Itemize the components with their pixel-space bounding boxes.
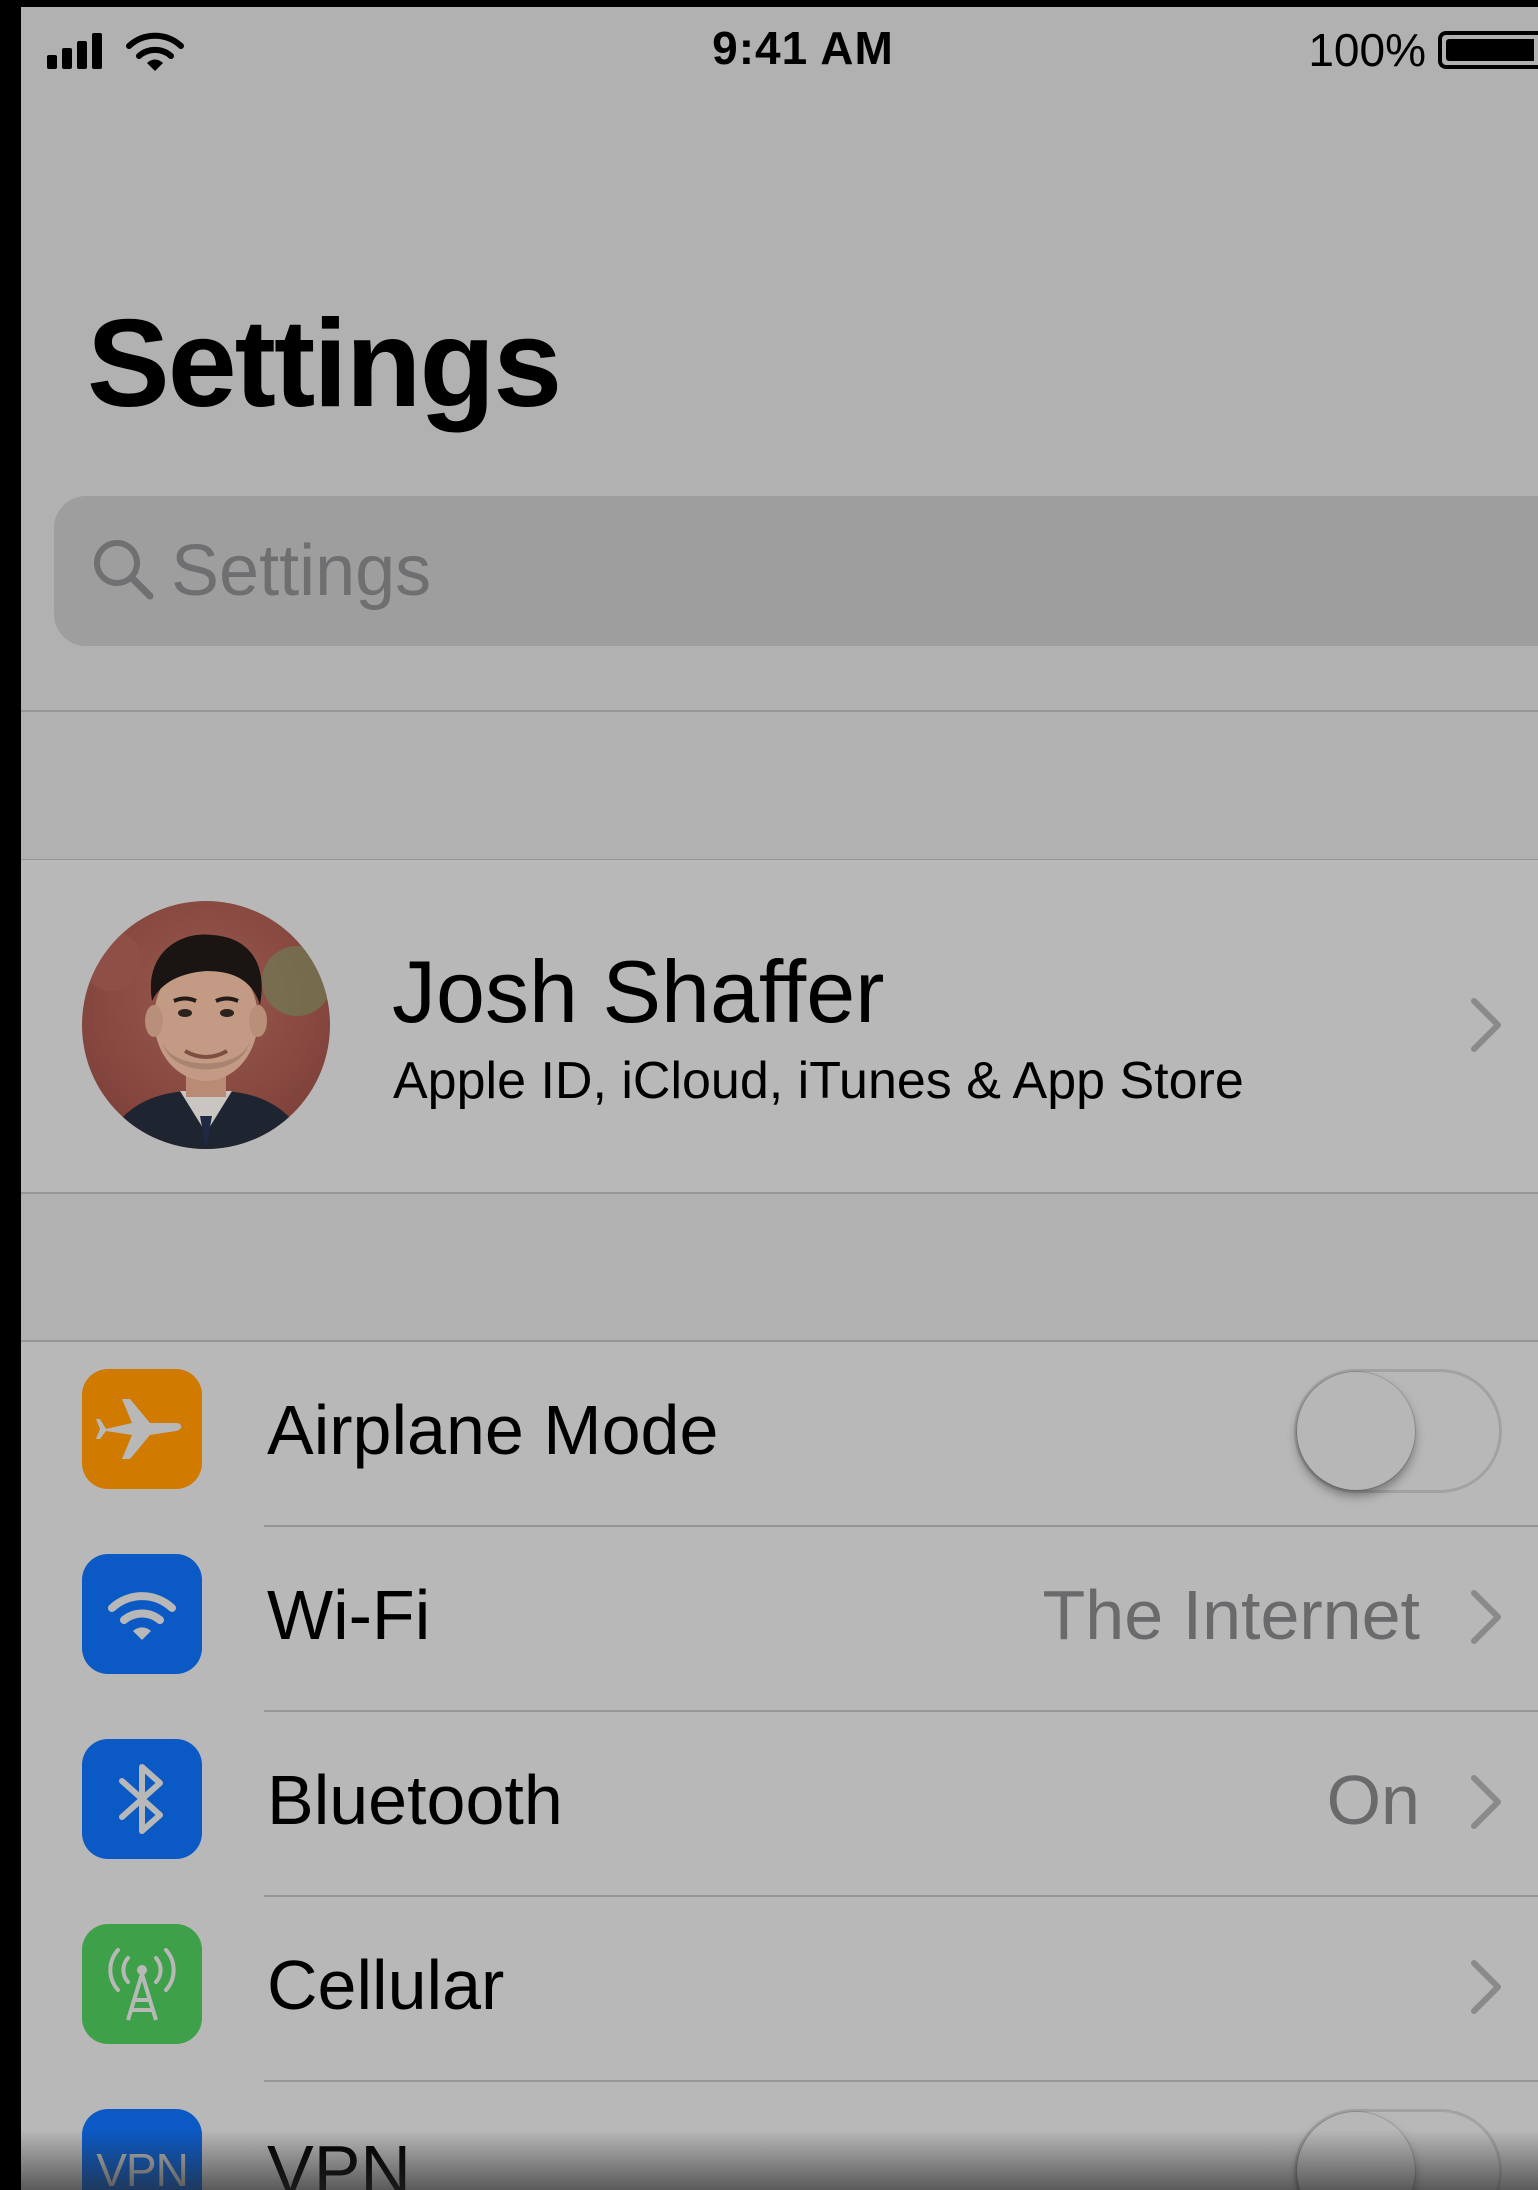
profile-subtitle: Apple ID, iCloud, iTunes & App Store bbox=[393, 1052, 1244, 1110]
settings-row-cellular[interactable]: Cellular bbox=[21, 1897, 1538, 2082]
row-label: Bluetooth bbox=[267, 1761, 563, 1839]
settings-screen: 9:41 AM 100% Settings Settings Josh Shaf… bbox=[21, 7, 1538, 2190]
row-label: Airplane Mode bbox=[267, 1391, 719, 1469]
profile-name: Josh Shaffer bbox=[392, 942, 885, 1041]
toggle-knob bbox=[1297, 2112, 1415, 2190]
settings-row-vpn[interactable]: VPN VPN bbox=[21, 2082, 1538, 2190]
profile-row[interactable]: Josh Shaffer Apple ID, iCloud, iTunes & … bbox=[21, 860, 1538, 1192]
chevron-right-icon bbox=[1471, 1960, 1501, 2014]
bluetooth-icon bbox=[82, 1739, 202, 1859]
section-divider bbox=[21, 1192, 1538, 1194]
page-title: Settings bbox=[87, 295, 562, 433]
airplane-mode-toggle[interactable] bbox=[1294, 1369, 1502, 1493]
settings-row-airplane-mode[interactable]: Airplane Mode bbox=[21, 1342, 1538, 1527]
settings-row-bluetooth[interactable]: Bluetooth On bbox=[21, 1712, 1538, 1897]
chevron-right-icon bbox=[1471, 1775, 1501, 1829]
search-icon bbox=[94, 540, 154, 600]
airplane-icon bbox=[82, 1369, 202, 1489]
section-divider bbox=[21, 710, 1538, 712]
battery-percent: 100% bbox=[1308, 24, 1426, 76]
row-label: VPN bbox=[267, 2131, 411, 2190]
wifi-icon bbox=[82, 1554, 202, 1674]
battery-icon bbox=[1438, 31, 1538, 69]
avatar-photo bbox=[82, 901, 330, 1149]
chevron-right-icon bbox=[1471, 998, 1501, 1052]
wifi-network-value: The Internet bbox=[1042, 1576, 1420, 1654]
toggle-knob bbox=[1297, 1372, 1415, 1490]
row-label: Wi-Fi bbox=[267, 1576, 431, 1654]
battery-fill bbox=[1446, 39, 1534, 61]
status-bar: 9:41 AM 100% bbox=[21, 7, 1538, 91]
search-input[interactable] bbox=[171, 496, 1471, 646]
cellular-antenna-icon bbox=[82, 1924, 202, 2044]
vpn-icon: VPN bbox=[82, 2109, 202, 2190]
settings-list: Airplane Mode Wi-Fi The Internet Bluetoo… bbox=[21, 1342, 1538, 2190]
vpn-icon-text: VPN bbox=[96, 2144, 189, 2190]
vpn-toggle[interactable] bbox=[1294, 2109, 1502, 2190]
avatar bbox=[82, 901, 330, 1149]
settings-row-wifi[interactable]: Wi-Fi The Internet bbox=[21, 1527, 1538, 1712]
search-field[interactable] bbox=[54, 496, 1538, 646]
row-label: Cellular bbox=[267, 1946, 505, 2024]
chevron-right-icon bbox=[1471, 1590, 1501, 1644]
bluetooth-status-value: On bbox=[1326, 1761, 1420, 1839]
